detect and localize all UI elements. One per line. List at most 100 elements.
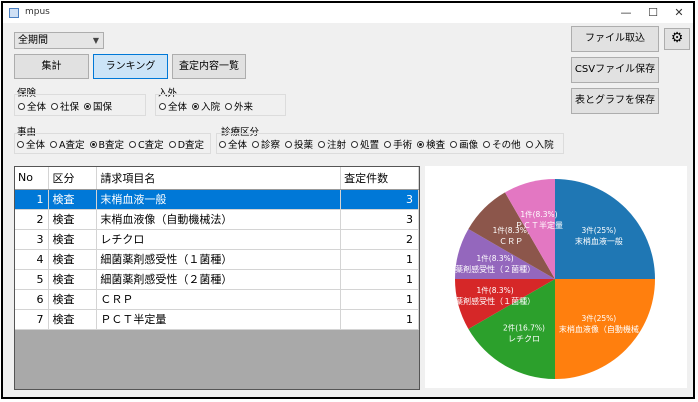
radio-button[interactable]	[318, 140, 326, 148]
radio-button[interactable]	[225, 102, 233, 110]
header-kubun[interactable]: 区分	[48, 167, 98, 190]
slice-value-label: 3件(25%)	[581, 313, 616, 323]
table-row[interactable]: 4 検査 細菌薬剤感受性（１菌種） 1	[15, 249, 419, 270]
reason-option[interactable]: A査定	[50, 137, 85, 151]
reason-option[interactable]: C査定	[129, 137, 164, 151]
slice-value-label: 1件(8.3%)	[477, 253, 514, 263]
category-option[interactable]: 入院	[525, 137, 554, 151]
radio-label: 入院	[201, 102, 221, 113]
cell-item-name: 細菌薬剤感受性（２菌種）	[96, 269, 342, 290]
insurance-option[interactable]: 全体	[18, 99, 46, 113]
radio-button[interactable]	[18, 102, 25, 110]
cell-no: 5	[15, 269, 50, 290]
close-button[interactable]: ✕	[666, 3, 692, 23]
cell-kubun: 検査	[48, 269, 98, 290]
reason-option[interactable]: 全体	[17, 137, 45, 151]
cell-count: 3	[340, 189, 419, 210]
radio-label: 画像	[459, 140, 479, 151]
radio-label: その他	[492, 140, 521, 151]
radio-label: 全体	[228, 140, 248, 151]
category-option[interactable]: 検査	[417, 137, 445, 151]
radio-button[interactable]	[168, 140, 176, 148]
cell-no: 2	[15, 209, 50, 230]
radio-button[interactable]	[351, 140, 359, 148]
category-option[interactable]: 全体	[219, 137, 247, 151]
radio-label: 注射	[327, 140, 347, 151]
cell-no: 6	[15, 289, 50, 310]
category-option[interactable]: 投薬	[285, 137, 313, 151]
cell-count: 1	[340, 309, 419, 330]
radio-button[interactable]	[417, 140, 425, 148]
file-import-button[interactable]: ファイル取込	[571, 26, 659, 52]
header-no[interactable]: No	[15, 167, 50, 190]
radio-button[interactable]	[192, 102, 200, 110]
cell-count: 1	[340, 289, 419, 310]
minimize-button[interactable]: —	[613, 3, 639, 23]
radio-label: 全体	[168, 102, 188, 113]
radio-button[interactable]	[384, 140, 392, 148]
table-row[interactable]: 7 検査 ＰＣＴ半定量 1	[15, 309, 419, 330]
insurance-radio-group: 全体 社保 国保	[18, 99, 117, 113]
radio-label: 検査	[426, 140, 446, 151]
inout-option[interactable]: 入院	[192, 99, 220, 113]
table-row[interactable]: 2 検査 末梢血液像（自動機械法） 3	[15, 209, 419, 230]
radio-button[interactable]	[285, 140, 293, 148]
category-option[interactable]: 診察	[252, 137, 280, 151]
radio-label: 診察	[261, 140, 281, 151]
cell-kubun: 検査	[48, 209, 98, 230]
radio-button[interactable]	[252, 140, 260, 148]
cell-count: 3	[340, 209, 419, 230]
radio-label: 手術	[393, 140, 413, 151]
table-row[interactable]: 1 検査 末梢血液一般 3	[15, 189, 419, 210]
inout-option[interactable]: 外来	[225, 99, 253, 113]
radio-button[interactable]	[89, 140, 97, 148]
save-table-graph-button[interactable]: 表とグラフを保存	[571, 88, 659, 114]
ranking-button[interactable]: ランキング	[93, 54, 168, 79]
radio-label: B査定	[98, 140, 125, 151]
radio-button[interactable]	[159, 102, 166, 110]
category-option[interactable]: 手術	[384, 137, 412, 151]
radio-button[interactable]	[219, 140, 226, 148]
slice-category-label: 末梢血液一般	[575, 236, 623, 246]
chevron-down-icon: ▼	[92, 36, 99, 45]
table-row[interactable]: 3 検査 レチクロ 2	[15, 229, 419, 250]
table-row[interactable]: 5 検査 細菌薬剤感受性（２菌種） 1	[15, 269, 419, 290]
reason-option[interactable]: B査定	[89, 137, 125, 151]
ranking-grid[interactable]: No 区分 請求項目名 査定件数 1 検査 末梢血液一般 3 2 検査 末梢血液像（自動機械…	[14, 166, 420, 390]
chart-panel: 3件(25%) 末梢血液一般 3件(25%) 末梢血液像（自動機械 2件(16.7%) レ…	[425, 166, 687, 388]
radio-button[interactable]	[17, 140, 24, 148]
radio-button[interactable]	[483, 140, 491, 148]
gear-icon[interactable]: ⚙	[664, 28, 690, 50]
radio-label: 外来	[234, 102, 254, 113]
cell-count: 1	[340, 249, 419, 270]
radio-button[interactable]	[129, 140, 137, 148]
header-item-name[interactable]: 請求項目名	[96, 167, 342, 190]
radio-button[interactable]	[450, 140, 458, 148]
table-row[interactable]: 6 検査 ＣＲＰ 1	[15, 289, 419, 310]
slice-category-label: 末梢血液像（自動機械	[559, 324, 639, 334]
period-select[interactable]: 全期間 ▼	[14, 32, 104, 49]
category-option[interactable]: 注射	[318, 137, 346, 151]
assessment-list-button[interactable]: 査定内容一覧	[172, 54, 246, 79]
cell-item-name: 末梢血液一般	[96, 189, 342, 210]
radio-button[interactable]	[51, 102, 59, 110]
inout-option[interactable]: 全体	[159, 99, 187, 113]
category-radio-group: 全体 診察 投薬 注射 処置 手術 検査 画像 その他 入院	[219, 137, 559, 151]
header-count[interactable]: 査定件数	[340, 167, 419, 190]
category-option[interactable]: 処置	[351, 137, 379, 151]
insurance-option[interactable]: 国保	[84, 99, 112, 113]
cell-item-name: ＣＲＰ	[96, 289, 342, 310]
aggregate-button[interactable]: 集計	[14, 54, 89, 79]
radio-button[interactable]	[525, 140, 533, 148]
maximize-button[interactable]: ☐	[640, 3, 666, 23]
csv-save-button[interactable]: CSVファイル保存	[571, 57, 659, 83]
cell-count: 1	[340, 269, 419, 290]
category-option[interactable]: その他	[483, 137, 521, 151]
radio-button[interactable]	[50, 140, 58, 148]
insurance-option[interactable]: 社保	[51, 99, 79, 113]
reason-radio-group: 全体 A査定 B査定 C査定 D査定	[17, 137, 209, 151]
radio-button[interactable]	[84, 102, 92, 110]
reason-option[interactable]: D査定	[168, 137, 204, 151]
window-title: mpus	[25, 7, 50, 17]
category-option[interactable]: 画像	[450, 137, 478, 151]
